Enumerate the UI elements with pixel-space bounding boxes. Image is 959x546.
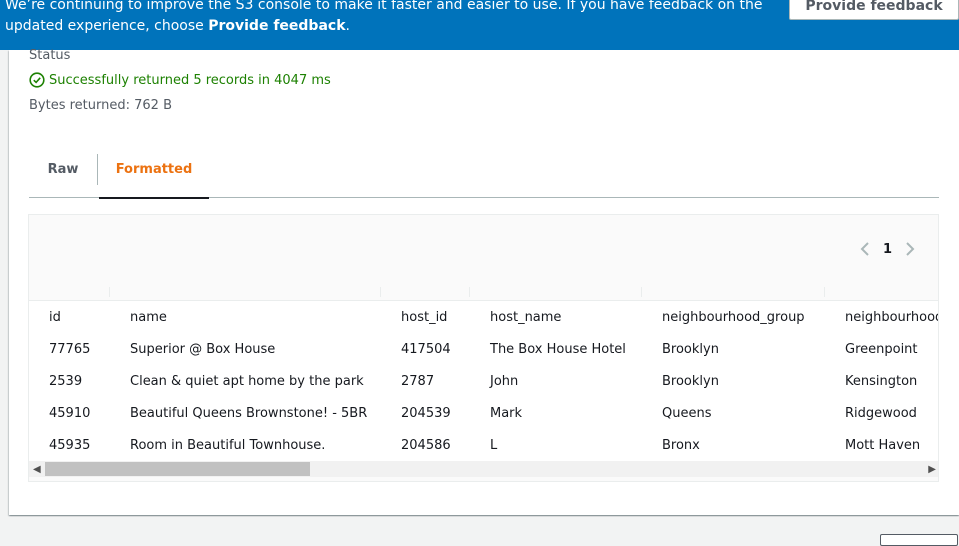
column-header: host_id	[401, 310, 448, 325]
table-row: 45935 Room in Beautiful Townhouse. 204586 L…	[29, 429, 938, 461]
table-cell: Beautiful Queens Brownstone! - 5BR	[130, 406, 368, 421]
column-header: neighbourhood	[845, 310, 939, 325]
column-header: neighbourhood_group	[662, 310, 805, 325]
scroll-right-icon[interactable]: ▶	[928, 464, 936, 475]
scroll-left-icon[interactable]: ◀	[33, 464, 41, 475]
status-message: Successfully returned 5 records in 4047 …	[29, 72, 331, 88]
feedback-banner: We’re continuing to improve the S3 conso…	[0, 0, 959, 50]
status-label: Status	[29, 48, 71, 63]
table-cell: 77765	[49, 342, 91, 357]
table-cell: Room in Beautiful Townhouse.	[130, 438, 326, 453]
banner-feedback-emphasis: Provide feedback	[208, 18, 346, 34]
table-cell: John	[490, 374, 519, 389]
table-row: 77765 Superior @ Box House 417504 The Box H…	[29, 333, 938, 365]
horizontal-scrollbar[interactable]: ◀ ▶	[29, 461, 938, 477]
table-cell: Mark	[490, 406, 523, 421]
column-resize-strip	[29, 285, 938, 301]
chevron-right-icon[interactable]	[904, 241, 916, 257]
table-cell: Greenpoint	[845, 342, 918, 357]
success-check-icon	[29, 72, 45, 88]
table-row: 2539 Clean & quiet apt home by the park 27…	[29, 365, 938, 397]
tab-divider	[97, 154, 98, 185]
table-cell: 417504	[401, 342, 451, 357]
result-tabs: Raw Formatted	[29, 150, 939, 199]
table-cell: 45910	[49, 406, 91, 421]
banner-message: We’re continuing to improve the S3 conso…	[5, 0, 763, 34]
table-cell: The Box House Hotel	[490, 342, 626, 357]
column-resizer[interactable]	[824, 287, 825, 297]
table-header-row: id name host_id host_name neighbourhood_grou…	[29, 301, 939, 333]
column-header: id	[49, 310, 61, 325]
column-resizer[interactable]	[109, 287, 110, 297]
chevron-left-icon[interactable]	[859, 241, 871, 257]
table-cell: 2787	[401, 374, 435, 389]
tab-formatted[interactable]: Formatted	[99, 150, 209, 199]
column-resizer[interactable]	[641, 287, 642, 297]
column-header: host_name	[490, 310, 562, 325]
table-row: 45910 Beautiful Queens Brownstone! - 5BR 2…	[29, 397, 938, 429]
table-cell: Superior @ Box House	[130, 342, 276, 357]
bytes-returned: Bytes returned: 762 B	[29, 98, 172, 113]
table-cell: 204539	[401, 406, 451, 421]
tab-raw[interactable]: Raw	[29, 150, 97, 198]
action-button[interactable]	[880, 534, 958, 546]
results-table: id name host_id host_name neighbourhood_grou…	[29, 301, 939, 461]
table-cell: Kensington	[845, 374, 918, 389]
query-results-panel: Status Successfully returned 5 records i…	[9, 48, 959, 515]
status-message-text: Successfully returned 5 records in 4047 …	[49, 72, 331, 88]
pagination: 1	[859, 241, 916, 257]
table-cell: Brooklyn	[662, 342, 719, 357]
current-page[interactable]: 1	[883, 242, 892, 257]
scrollbar-thumb[interactable]	[45, 462, 310, 476]
table-cell: 2539	[49, 374, 83, 389]
results-table-container: 1 id name host_id host_name neighbourhood_gr…	[28, 214, 939, 482]
table-cell: Ridgewood	[845, 406, 917, 421]
column-resizer[interactable]	[380, 287, 381, 297]
table-cell: L	[490, 438, 498, 453]
table-cell: Clean & quiet apt home by the park	[130, 374, 364, 389]
table-cell: Queens	[662, 406, 712, 421]
table-cell: 45935	[49, 438, 91, 453]
column-resizer[interactable]	[469, 287, 470, 297]
provide-feedback-button[interactable]: Provide feedback	[789, 0, 959, 20]
table-cell: Bronx	[662, 438, 700, 453]
table-cell: Mott Haven	[845, 438, 921, 453]
table-cell: 204586	[401, 438, 451, 453]
column-header: name	[130, 310, 167, 325]
table-cell: Brooklyn	[662, 374, 719, 389]
